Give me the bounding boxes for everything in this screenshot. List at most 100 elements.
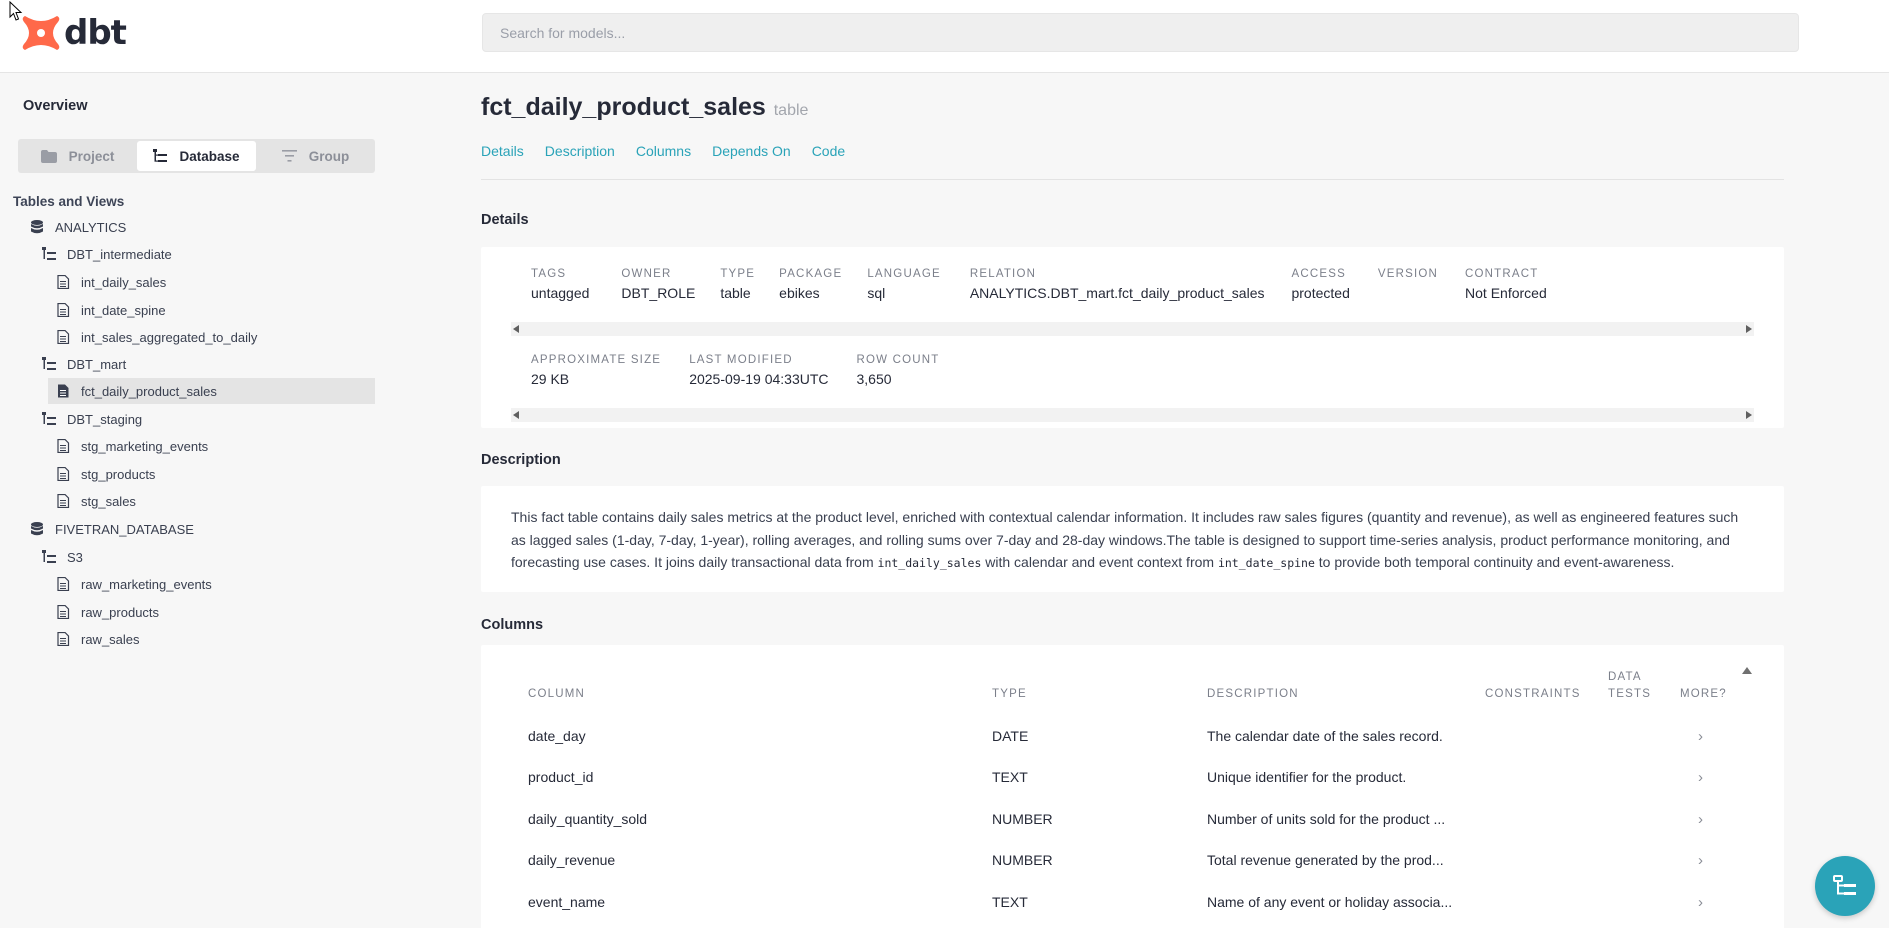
- expand-chevron-icon[interactable]: ›: [1698, 852, 1703, 869]
- expand-chevron-icon[interactable]: ›: [1698, 811, 1703, 828]
- prop-value: Not Enforced: [1465, 285, 1547, 301]
- tree-database-analytics[interactable]: ANALYTICS: [30, 214, 375, 240]
- lineage-graph-button[interactable]: [1815, 856, 1875, 916]
- prop-key: APPROXIMATE SIZE: [531, 354, 662, 366]
- anchor-columns[interactable]: Columns: [636, 143, 691, 159]
- expand-chevron-icon[interactable]: ›: [1698, 894, 1703, 911]
- schema-tree-icon: [42, 550, 56, 563]
- tree-label: int_sales_aggregated_to_daily: [81, 329, 258, 345]
- column-description: Name of any event or holiday associa...: [1207, 894, 1453, 910]
- tree-label: DBT_intermediate: [67, 246, 172, 262]
- table-row[interactable]: date_day DATE The calendar date of the s…: [528, 728, 1723, 769]
- prop-value: 29 KB: [531, 371, 570, 387]
- prop-key: LANGUAGE: [867, 268, 941, 280]
- prop-row-count: ROW COUNT 3,650: [857, 354, 940, 387]
- column-name: product_id: [528, 769, 594, 785]
- anchor-details[interactable]: Details: [481, 143, 524, 159]
- details-heading: Details: [481, 212, 529, 228]
- tree-table-raw-marketing-events[interactable]: raw_marketing_events: [56, 571, 375, 597]
- description-panel: This fact table contains daily sales met…: [481, 486, 1784, 592]
- model-kind: table: [773, 102, 809, 119]
- col-header-constraints: CONSTRAINTS: [1485, 688, 1581, 700]
- prop-value: 2025-09-19 04:33UTC: [689, 371, 829, 387]
- tables-and-views-heading: Tables and Views: [13, 194, 125, 209]
- prop-key: TYPE: [720, 268, 756, 280]
- tree-table-int-sales-aggregated[interactable]: int_sales_aggregated_to_daily: [56, 324, 375, 350]
- search-input[interactable]: [482, 13, 1799, 52]
- prop-value: sql: [867, 285, 886, 301]
- scroll-left-icon[interactable]: [513, 411, 519, 419]
- file-icon: [57, 577, 70, 591]
- file-icon: [57, 275, 70, 289]
- columns-heading: Columns: [481, 617, 544, 633]
- prop-key: VERSION: [1377, 268, 1439, 280]
- column-name: daily_quantity_sold: [528, 811, 648, 827]
- anchor-depends-on[interactable]: Depends On: [712, 143, 791, 159]
- col-header-column: COLUMN: [528, 688, 586, 700]
- prop-value: DBT_ROLE: [621, 285, 696, 301]
- file-icon: [57, 303, 70, 317]
- dbt-logo[interactable]: dbt: [20, 12, 127, 54]
- column-description: Unique identifier for the product.: [1207, 769, 1407, 785]
- tree-schema-dbt-staging[interactable]: DBT_staging: [42, 406, 375, 432]
- details-row-2: APPROXIMATE SIZE 29 KB LAST MODIFIED 2025-…: [531, 354, 969, 387]
- model-title-row: fct_daily_product_sales table: [481, 93, 808, 122]
- prop-value: table: [720, 285, 751, 301]
- details-row-2-scrollbar[interactable]: [511, 408, 1754, 422]
- details-row-1: TAGS untagged OWNER DBT_ROLE TYPE table PAC…: [531, 268, 1577, 301]
- tree-label: int_date_spine: [81, 302, 166, 318]
- scroll-right-icon[interactable]: [1746, 325, 1752, 333]
- tree-table-raw-sales[interactable]: raw_sales: [56, 626, 375, 652]
- prop-key: PACKAGE: [779, 268, 843, 280]
- tree-schema-s3[interactable]: S3: [42, 544, 375, 570]
- description-part: with calendar and event context from: [981, 554, 1218, 570]
- tree-schema-dbt-intermediate[interactable]: DBT_intermediate: [42, 241, 375, 267]
- scroll-right-icon[interactable]: [1746, 411, 1752, 419]
- tree-table-raw-products[interactable]: raw_products: [56, 599, 375, 625]
- prop-key: OWNER: [621, 268, 672, 280]
- column-type: DATE: [992, 728, 1029, 744]
- column-type: TEXT: [992, 894, 1028, 910]
- table-row[interactable]: product_id TEXT Unique identifier for th…: [528, 769, 1723, 810]
- dbt-logo-mark-icon: [22, 16, 60, 50]
- tree-database-fivetran[interactable]: FIVETRAN_DATABASE: [30, 516, 375, 542]
- section-anchor-nav: Details Description Columns Depends On C…: [481, 143, 866, 159]
- prop-version: VERSION: [1378, 268, 1438, 301]
- folder-icon: [40, 149, 57, 163]
- table-row[interactable]: daily_quantity_sold NUMBER Number of uni…: [528, 811, 1723, 852]
- tree-label: stg_marketing_events: [81, 438, 209, 454]
- column-name: daily_revenue: [528, 852, 616, 868]
- tree-table-fct-daily-product-sales[interactable]: fct_daily_product_sales: [48, 378, 375, 404]
- tab-database-label: Database: [179, 148, 240, 164]
- details-row-1-scrollbar[interactable]: [511, 322, 1754, 336]
- overview-link[interactable]: Overview: [23, 98, 88, 114]
- expand-chevron-icon[interactable]: ›: [1698, 769, 1703, 786]
- prop-relation: RELATION ANALYTICS.DBT_mart.fct_daily_pro…: [970, 268, 1265, 301]
- file-icon: [57, 494, 70, 508]
- scroll-left-icon[interactable]: [513, 325, 519, 333]
- tree-label: DBT_staging: [67, 411, 143, 427]
- col-header-data-tests-1: DATA: [1608, 671, 1642, 683]
- expand-chevron-icon[interactable]: ›: [1698, 728, 1703, 745]
- tree-table-stg-products[interactable]: stg_products: [56, 461, 375, 487]
- tab-group[interactable]: Group: [256, 139, 375, 173]
- tree-table-int-daily-sales[interactable]: int_daily_sales: [56, 269, 375, 295]
- anchor-description[interactable]: Description: [545, 143, 615, 159]
- column-type: TEXT: [992, 769, 1028, 785]
- tree-table-stg-sales[interactable]: stg_sales: [56, 488, 375, 514]
- table-row[interactable]: event_name TEXT Name of any event or hol…: [528, 894, 1723, 928]
- tree-table-stg-marketing-events[interactable]: stg_marketing_events: [56, 433, 375, 459]
- scroll-up-icon[interactable]: [1742, 667, 1752, 674]
- file-icon: [57, 605, 70, 619]
- prop-language: LANGUAGE sql: [867, 268, 941, 301]
- table-row[interactable]: daily_revenue NUMBER Total revenue gener…: [528, 852, 1723, 893]
- tree-table-int-date-spine[interactable]: int_date_spine: [56, 297, 375, 323]
- tab-database[interactable]: Database: [137, 141, 256, 171]
- prop-contract: CONTRACT Not Enforced: [1465, 268, 1547, 301]
- anchor-code[interactable]: Code: [812, 143, 845, 159]
- tab-project[interactable]: Project: [18, 139, 137, 173]
- tree-label: stg_products: [81, 466, 156, 482]
- tree-schema-dbt-mart[interactable]: DBT_mart: [42, 351, 375, 377]
- columns-panel: COLUMN TYPE DESCRIPTION CONSTRAINTS DATA…: [481, 645, 1784, 928]
- view-switcher: Project Database Group: [18, 139, 375, 173]
